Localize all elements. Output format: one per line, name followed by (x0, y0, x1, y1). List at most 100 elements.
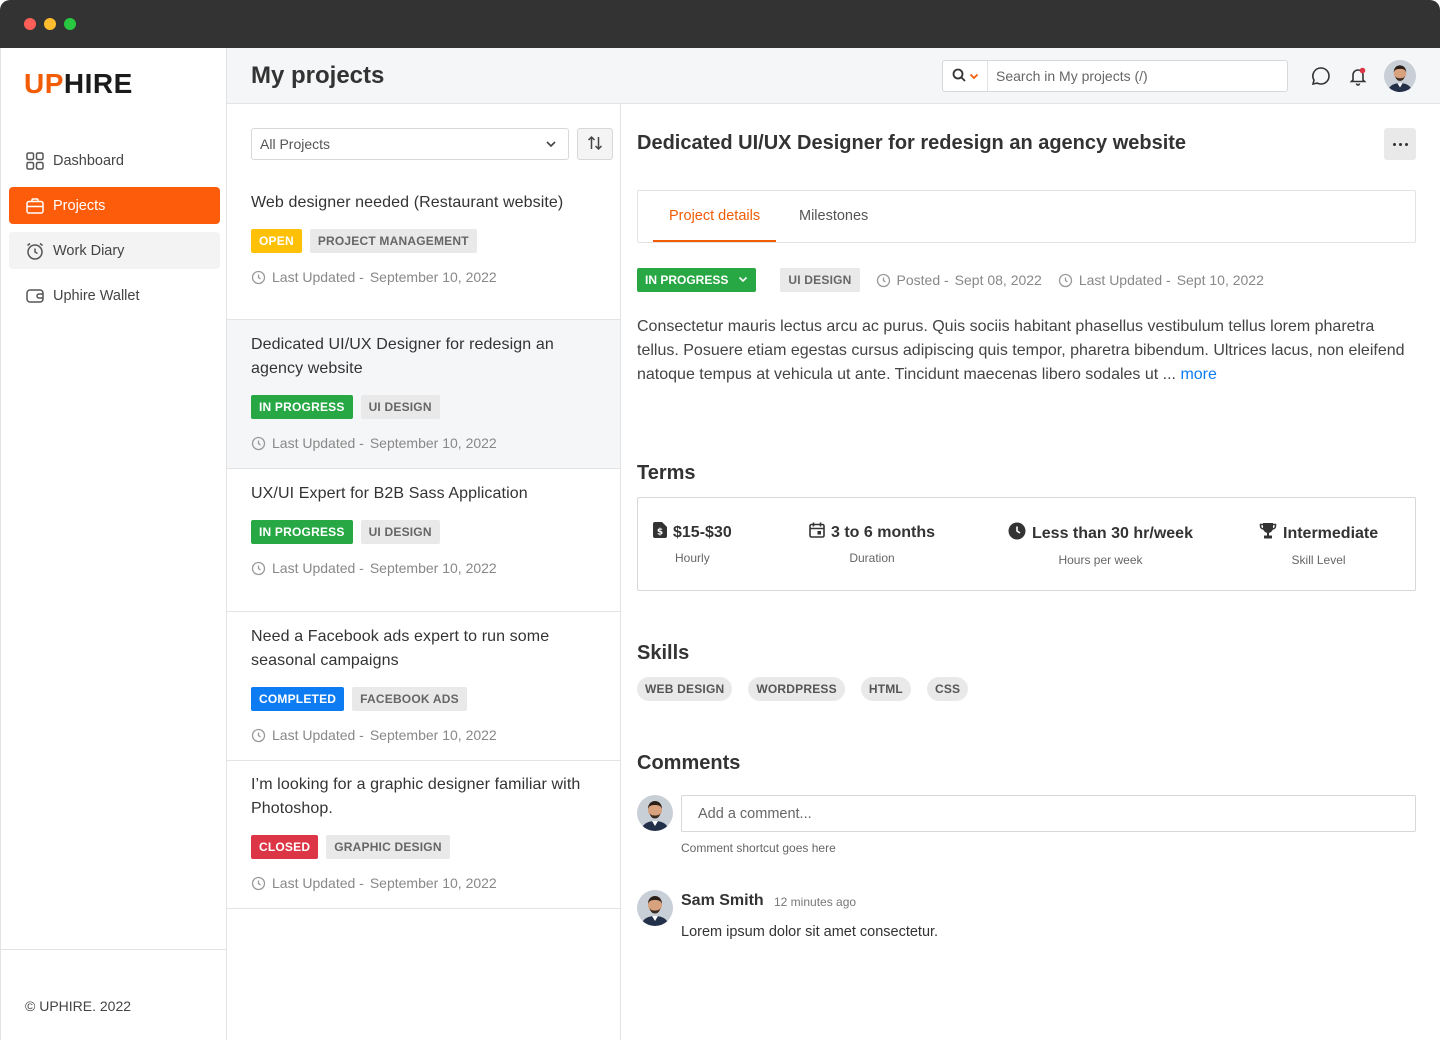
sidebar-divider (1, 949, 226, 950)
comment-hint: Comment shortcut goes here (681, 841, 836, 855)
detail-tabs: Project details Milestones (637, 190, 1416, 243)
last-updated: Last Updated - September 10, 2022 (251, 875, 596, 891)
trophy-icon (1259, 522, 1277, 545)
project-card[interactable]: Need a Facebook ads expert to run some s… (227, 611, 620, 761)
maximize-window-button[interactable] (64, 18, 76, 30)
category-badge: UI DESIGN (360, 395, 440, 419)
project-title: UX/UI Expert for B2B Sass Application (251, 485, 528, 502)
terms-heading: Terms (637, 462, 696, 484)
sidebar-nav: Dashboard Projects Work Diary Uphire Wal… (9, 142, 220, 322)
last-updated: Last Updated - September 10, 2022 (251, 560, 596, 576)
updated-value: Sept 10, 2022 (1176, 272, 1264, 288)
more-options-button[interactable] (1384, 128, 1416, 160)
sidebar-item-projects[interactable]: Projects (9, 187, 220, 224)
project-title: I’m looking for a graphic designer famil… (251, 776, 581, 817)
term-hours: Less than 30 hr/week Hours per week (1008, 522, 1193, 567)
term-value: Intermediate (1283, 524, 1379, 542)
sidebar: UPHIRE Dashboard Projects Work Diary Uph… (0, 48, 227, 1040)
svg-text:$: $ (657, 528, 663, 538)
posted-date: Posted - Sept 08, 2022 (876, 272, 1042, 288)
term-value: 3 to 6 months (831, 523, 936, 541)
clock-icon (1008, 522, 1026, 545)
chat-icon[interactable] (1311, 66, 1331, 86)
skill-chip: CSS (926, 677, 969, 701)
uphire-logo[interactable]: UPHIRE (24, 70, 133, 98)
user-avatar[interactable] (1384, 60, 1416, 92)
chevron-down-icon (969, 68, 979, 84)
comment-input[interactable] (681, 795, 1416, 832)
term-label: Hours per week (1058, 553, 1143, 567)
status-dropdown-label: IN PROGRESS (645, 273, 729, 287)
current-user-avatar (637, 795, 673, 831)
category-badge: PROJECT MANAGEMENT (309, 229, 477, 253)
project-description: Consectetur mauris lectus arcu ac purus.… (637, 315, 1417, 387)
project-detail-title: Dedicated UI/UX Designer for redesign an… (637, 132, 1187, 154)
read-more-link[interactable]: more (1180, 366, 1216, 383)
last-updated: Last Updated - September 10, 2022 (251, 727, 596, 743)
close-window-button[interactable] (24, 18, 36, 30)
skill-chip: WORDPRESS (748, 677, 845, 701)
comment-text: Lorem ipsum dolor sit amet consectetur. (681, 924, 939, 940)
sidebar-item-label: Projects (53, 197, 106, 214)
project-card[interactable]: Web designer needed (Restaurant website)… (227, 177, 620, 320)
filter-value: All Projects (260, 136, 331, 152)
project-card-selected[interactable]: Dedicated UI/UX Designer for redesign an… (227, 319, 620, 469)
term-value: Less than 30 hr/week (1032, 524, 1193, 542)
term-value: $15-$30 (673, 523, 732, 541)
status-badge: COMPLETED (251, 687, 345, 711)
project-title: Need a Facebook ads expert to run some s… (251, 628, 550, 669)
project-list-panel: All Projects Web designer needed (Restau… (227, 104, 621, 1040)
status-badge: CLOSED (251, 835, 319, 859)
clock-icon (251, 728, 266, 743)
search-scope-button[interactable] (943, 61, 988, 91)
project-title: Web designer needed (Restaurant website) (251, 194, 564, 211)
last-updated: Last Updated - September 10, 2022 (251, 269, 596, 285)
sort-button[interactable] (577, 128, 613, 160)
project-filter-select[interactable]: All Projects (251, 128, 569, 160)
sidebar-item-work-diary[interactable]: Work Diary (9, 232, 220, 269)
term-skill-level: Intermediate Skill Level (1259, 522, 1378, 567)
commenter-avatar[interactable] (637, 890, 673, 926)
last-updated-date: September 10, 2022 (369, 269, 497, 285)
term-label: Duration (849, 551, 895, 565)
status-dropdown[interactable]: IN PROGRESS (637, 268, 757, 292)
top-header: My projects (227, 48, 1440, 104)
sidebar-item-uphire-wallet[interactable]: Uphire Wallet (9, 277, 220, 314)
window-titlebar (0, 0, 1440, 48)
sidebar-item-dashboard[interactable]: Dashboard (9, 142, 220, 179)
skill-chip: HTML (860, 677, 911, 701)
comment-timestamp: 12 minutes ago (774, 895, 857, 909)
notification-bell-icon[interactable] (1348, 66, 1368, 86)
updated-label: Last Updated - (1078, 272, 1171, 288)
wallet-icon (25, 286, 45, 306)
clock-icon (251, 876, 266, 891)
terms-box: $ $15-$30 Hourly 3 to 6 months Duration … (637, 497, 1416, 591)
last-updated-label: Last Updated - (272, 560, 364, 576)
search-input[interactable] (988, 62, 1287, 90)
last-updated-date: Last Updated - Sept 10, 2022 (1058, 272, 1264, 288)
tab-milestones[interactable]: Milestones (783, 191, 884, 242)
last-updated-label: Last Updated - (272, 269, 364, 285)
project-detail-panel: Dedicated UI/UX Designer for redesign an… (621, 104, 1440, 1040)
comment-author[interactable]: Sam Smith (681, 892, 764, 910)
project-card[interactable]: UX/UI Expert for B2B Sass Application IN… (227, 468, 620, 612)
chevron-down-icon (738, 273, 748, 287)
project-card[interactable]: I’m looking for a graphic designer famil… (227, 760, 620, 909)
skills-list: WEB DESIGN WORDPRESS HTML CSS (637, 677, 969, 701)
clock-icon (876, 273, 891, 288)
tab-project-details[interactable]: Project details (653, 191, 777, 242)
term-rate: $ $15-$30 Hourly (653, 522, 732, 565)
briefcase-icon (25, 196, 45, 216)
category-badge: UI DESIGN (780, 268, 860, 292)
status-badge: IN PROGRESS (251, 520, 353, 544)
term-label: Skill Level (1291, 553, 1346, 567)
search-bar (942, 60, 1288, 92)
posted-value: Sept 08, 2022 (954, 272, 1042, 288)
last-updated-date: September 10, 2022 (369, 435, 497, 451)
last-updated: Last Updated - September 10, 2022 (251, 435, 596, 451)
dollar-doc-icon: $ (653, 522, 667, 543)
status-badge: OPEN (251, 229, 302, 253)
category-badge: UI DESIGN (360, 520, 440, 544)
minimize-window-button[interactable] (44, 18, 56, 30)
grid-icon (25, 151, 45, 171)
